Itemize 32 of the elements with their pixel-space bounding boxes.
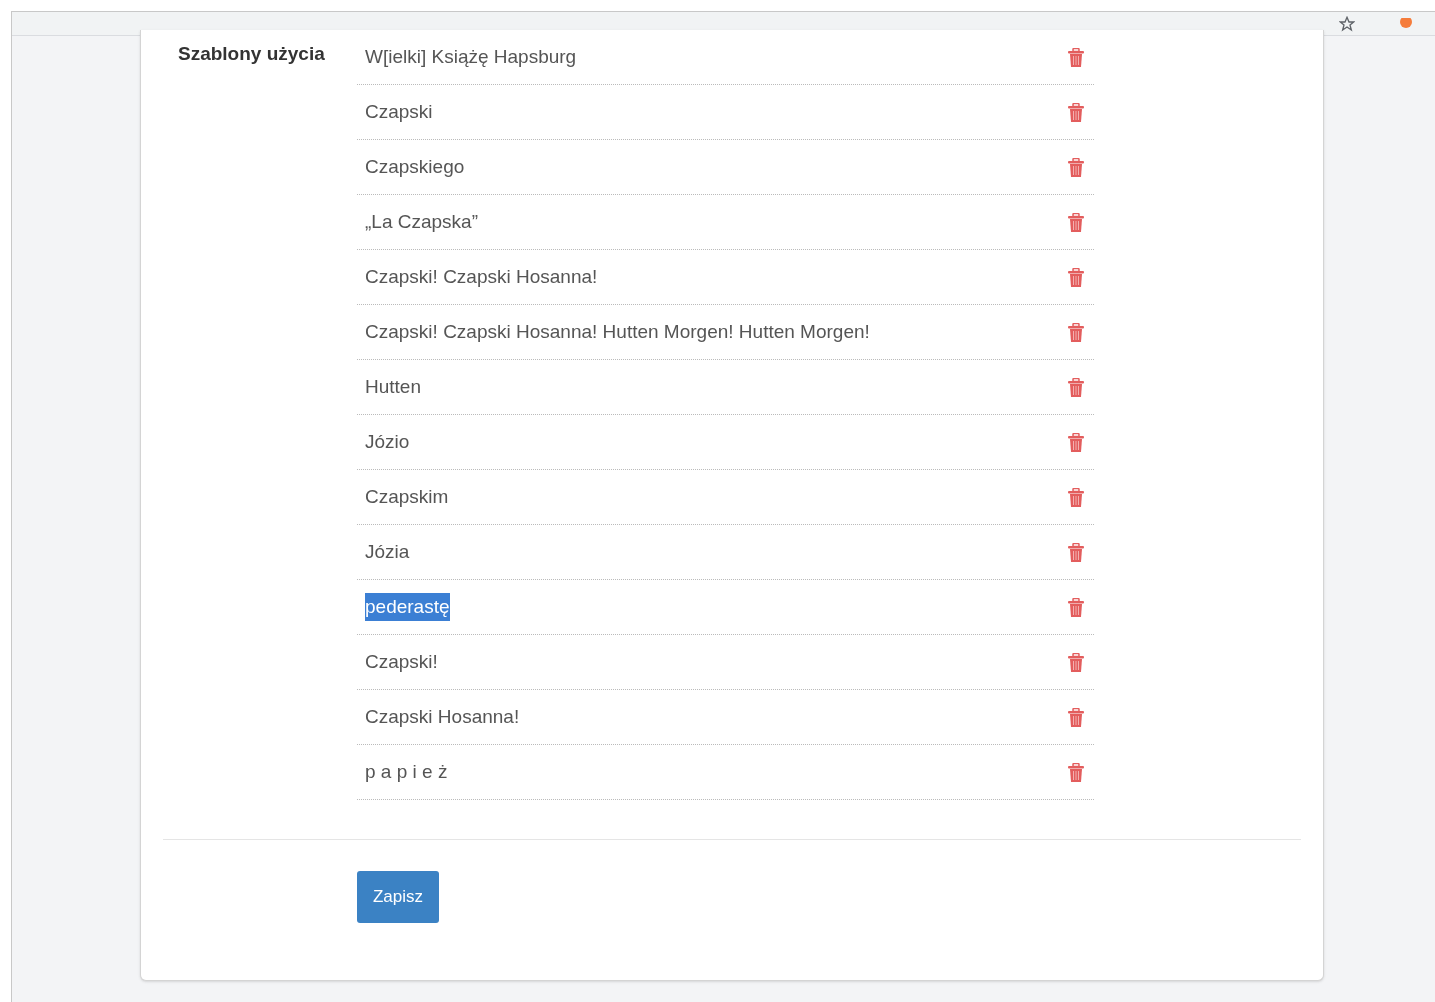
field-label: Szablony użycia xyxy=(178,43,325,64)
trash-icon[interactable] xyxy=(1068,157,1084,177)
template-text: Hutten xyxy=(365,374,421,399)
trash-icon[interactable] xyxy=(1068,377,1084,397)
template-text: Czapski xyxy=(365,99,433,124)
template-text: Czapskiego xyxy=(365,154,465,179)
save-button[interactable]: Zapisz xyxy=(357,871,439,923)
template-text: Czapski! xyxy=(365,649,438,674)
trash-icon[interactable] xyxy=(1068,542,1084,562)
trash-icon[interactable] xyxy=(1068,597,1084,617)
trash-icon[interactable] xyxy=(1068,267,1084,287)
template-text: p a p i e ż xyxy=(365,759,448,784)
template-text: pederastę xyxy=(365,592,450,622)
extension-icon[interactable] xyxy=(1397,17,1415,30)
template-text: W[ielki] Książę Hapsburg xyxy=(365,44,577,69)
trash-icon[interactable] xyxy=(1068,432,1084,452)
template-text: Czapski! Czapski Hosanna! Hutten Morgen! Hutten Morgen! xyxy=(365,319,870,344)
star-icon[interactable] xyxy=(1339,15,1355,32)
template-text: Czapski! Czapski Hosanna! xyxy=(365,264,598,289)
trash-icon[interactable] xyxy=(1068,487,1084,507)
trash-icon[interactable] xyxy=(1068,322,1084,342)
template-text: Józio xyxy=(365,429,410,454)
trash-icon[interactable] xyxy=(1068,102,1084,122)
template-text: Czapski Hosanna! xyxy=(365,704,520,729)
template-text: „La Czapska” xyxy=(365,209,478,234)
trash-icon[interactable] xyxy=(1068,652,1084,672)
template-text: Czapskim xyxy=(365,484,449,509)
template-text: Józia xyxy=(365,539,410,564)
trash-icon[interactable] xyxy=(1068,762,1084,782)
trash-icon[interactable] xyxy=(1068,212,1084,232)
trash-icon[interactable] xyxy=(1068,47,1084,67)
trash-icon[interactable] xyxy=(1068,707,1084,727)
